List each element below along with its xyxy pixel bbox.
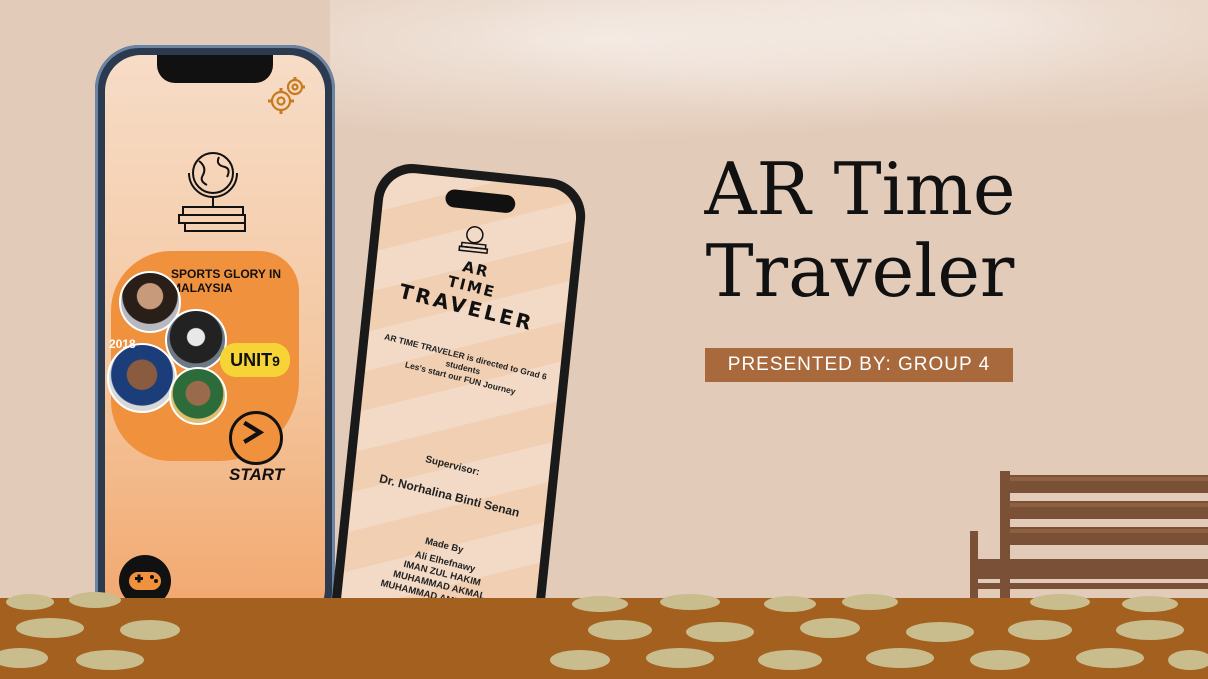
presented-by-badge: PRESENTED BY: GROUP 4 — [705, 348, 1013, 382]
app-brand: AR TIME TRAVELER — [389, 242, 553, 337]
athlete-photo — [165, 309, 227, 371]
athlete-photo — [107, 343, 177, 413]
slide-canvas: SPORTS GLORY IN MALAYSIA 2018 UNIT9 STAR… — [0, 0, 1208, 679]
title-line: AR Time — [704, 147, 1016, 231]
globe-books-icon — [458, 226, 489, 254]
cobblestone-ground — [0, 592, 1208, 679]
globe-books-icon — [178, 152, 246, 232]
title-line: Traveler — [705, 229, 1015, 313]
phone-home-screen: SPORTS GLORY IN MALAYSIA 2018 UNIT9 STAR… — [105, 55, 325, 625]
unit-number: 9 — [272, 353, 280, 369]
phone-notch — [157, 55, 273, 83]
dynamic-island — [444, 188, 517, 214]
sky-clouds — [330, 0, 1208, 160]
phone-about-screen: AR TIME TRAVELER AR TIME TRAVELER is dir… — [336, 170, 580, 658]
gear-icon[interactable] — [265, 73, 309, 117]
unit-label: UNIT — [230, 350, 273, 370]
slide-title: AR Time Traveler — [640, 148, 1080, 312]
unit-badge[interactable]: UNIT9 — [220, 343, 290, 377]
sports-glory-heading: SPORTS GLORY IN MALAYSIA — [171, 267, 282, 295]
athlete-photo — [169, 367, 227, 425]
start-button[interactable] — [229, 411, 283, 465]
badge-year: 2018 — [109, 337, 136, 351]
play-arrow-icon — [243, 420, 265, 444]
intro-text: AR TIME TRAVELER is directed to Grad 6 s… — [376, 331, 549, 404]
start-label[interactable]: START — [229, 465, 284, 485]
phone-home-mockup: SPORTS GLORY IN MALAYSIA 2018 UNIT9 STAR… — [95, 45, 335, 635]
